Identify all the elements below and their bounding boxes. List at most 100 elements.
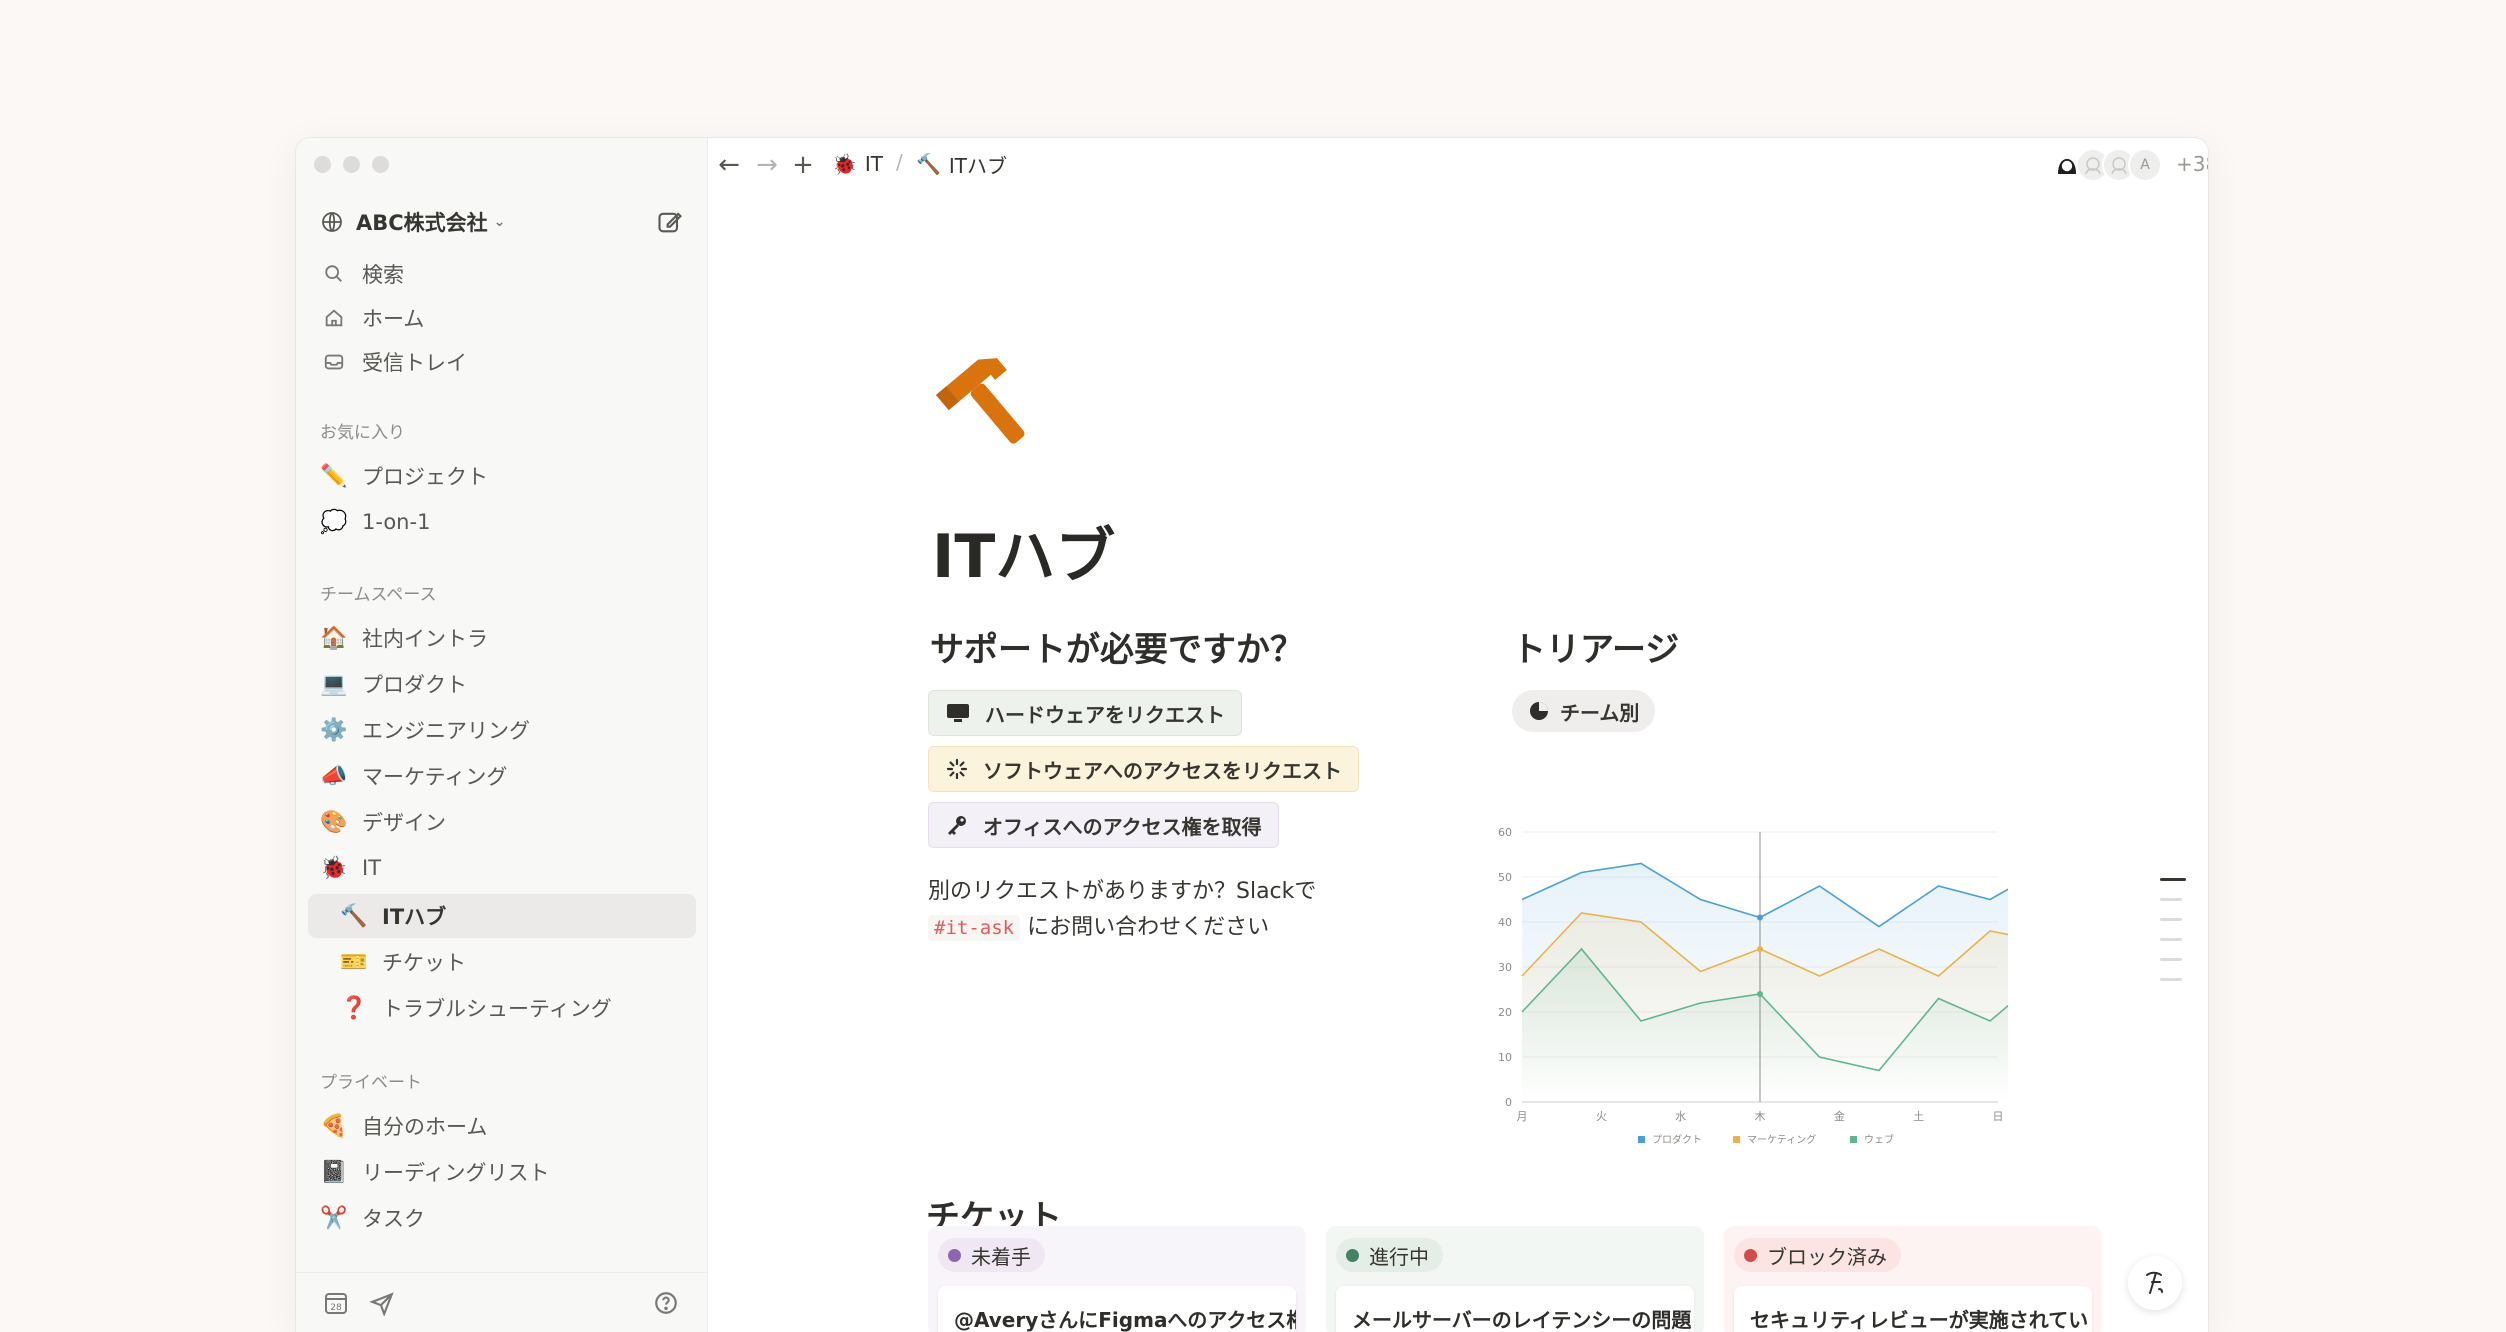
sidebar-item-my-home[interactable]: 🍕 自分のホーム — [308, 1104, 696, 1148]
status-dot — [948, 1248, 961, 1262]
x-tick-label: 火 — [1596, 1110, 1607, 1123]
bug-icon: 🐞 — [832, 152, 857, 176]
board-column-in-progress: 進行中 メールサーバーのレイテンシーの問題 — [1326, 1226, 1704, 1332]
scissors-icon: ✂️ — [320, 1205, 348, 1231]
send-button[interactable] — [366, 1287, 398, 1319]
triage-heading: トリアージ — [1512, 630, 1680, 670]
sidebar-item-tasks[interactable]: ✂️ タスク — [308, 1196, 696, 1240]
ticket-card[interactable]: @AveryさんにFigmaへのアクセス権 — [938, 1286, 1296, 1332]
inbox-icon — [320, 348, 348, 376]
ticket-card[interactable]: メールサーバーのレイテンシーの問題 — [1336, 1286, 1694, 1332]
office-access-button[interactable]: オフィスへのアクセス権を取得 — [928, 802, 1279, 848]
new-tab-button[interactable]: + — [788, 150, 818, 180]
sidebar-item-search[interactable]: 検索 — [308, 252, 696, 296]
request-hardware-button[interactable]: ハードウェアをリクエスト — [928, 690, 1242, 736]
pie-chart-icon — [1530, 702, 1548, 720]
minimize-window-button[interactable] — [343, 156, 360, 173]
chevron-down-icon: ⌄ — [493, 214, 506, 230]
workspace-switcher[interactable]: ABC株式会社 ⌄ — [320, 204, 684, 240]
y-tick-label: 30 — [1498, 961, 1512, 974]
ticket-icon: 🎫 — [340, 949, 368, 975]
status-badge[interactable]: ブロック済み — [1734, 1238, 1901, 1272]
x-tick-label: 木 — [1755, 1110, 1766, 1123]
monitor-icon — [947, 704, 969, 722]
arrow-left-icon: ← — [718, 150, 740, 180]
sidebar-item-intranet[interactable]: 🏠 社内イントラ — [308, 616, 696, 660]
sidebar-item-it-hub[interactable]: 🔨 ITハブ — [308, 894, 696, 938]
status-badge[interactable]: 進行中 — [1336, 1238, 1443, 1272]
send-icon — [369, 1292, 394, 1316]
hover-point — [1757, 946, 1763, 952]
x-tick-label: 日 — [1993, 1110, 2004, 1123]
slack-help-text: 別のリクエストがありますか？Slackで #it-ask にお問い合わせください — [928, 879, 1317, 941]
assistant-face-icon — [2146, 1271, 2163, 1294]
private-header: プライベート — [320, 1073, 422, 1093]
member-count[interactable]: +38 — [2176, 148, 2208, 180]
y-tick-label: 60 — [1498, 826, 1512, 839]
hover-point — [1757, 914, 1763, 921]
legend-label: ウェブ — [1864, 1133, 1894, 1146]
bug-icon: 🐞 — [320, 855, 348, 881]
sidebar-item-home[interactable]: ホーム — [308, 296, 696, 340]
sidebar-item-reading-list[interactable]: 📓 リーディングリスト — [308, 1150, 696, 1194]
house-icon: 🏠 — [320, 625, 348, 651]
y-tick-label: 40 — [1498, 916, 1512, 929]
forward-button[interactable]: → — [752, 150, 782, 180]
request-software-button[interactable]: ソフトウェアへのアクセスをリクエスト — [928, 746, 1359, 792]
maximize-window-button[interactable] — [372, 156, 389, 173]
pizza-icon: 🍕 — [320, 1113, 348, 1139]
new-page-icon[interactable] — [656, 208, 684, 236]
calendar-button[interactable]: 28 — [320, 1287, 352, 1319]
search-icon — [320, 260, 348, 288]
ticket-card[interactable]: セキュリティレビューが実施されてい — [1734, 1286, 2092, 1332]
y-tick-label: 50 — [1498, 871, 1512, 884]
sidebar-item-marketing[interactable]: 📣 マーケティング — [308, 754, 696, 798]
close-window-button[interactable] — [314, 156, 331, 173]
question-icon: ❓ — [340, 995, 368, 1021]
workspace-name: ABC株式会社 — [356, 211, 488, 235]
member-avatars[interactable]: A — [2050, 148, 2162, 182]
help-button[interactable] — [650, 1287, 682, 1319]
y-tick-label: 10 — [1498, 1051, 1512, 1064]
sidebar-item-tickets[interactable]: 🎫 チケット — [308, 940, 696, 984]
sidebar-item-inbox[interactable]: 受信トレイ — [308, 340, 696, 384]
x-tick-label: 月 — [1517, 1110, 1528, 1123]
legend-swatch — [1733, 1136, 1740, 1143]
plus-icon: + — [792, 150, 814, 180]
y-tick-label: 0 — [1505, 1096, 1512, 1109]
hammer-icon: 🔨 — [340, 903, 368, 929]
gear-icon: ⚙️ — [320, 717, 348, 743]
breadcrumb-it[interactable]: 🐞 IT — [832, 148, 883, 180]
triage-chart: 0 10 20 30 40 50 60 月 火 水 木 金 土 日プロダクト マーケティング ウェブ — [1498, 826, 2008, 1146]
status-badge[interactable]: 未着手 — [938, 1238, 1045, 1272]
sidebar-item-troubleshooting[interactable]: ❓ トラブルシューティング — [308, 986, 696, 1030]
legend-label: プロダクト — [1652, 1133, 1702, 1146]
page-content: ITハブ サポートが必要ですか？ ハードウェアをリクエスト ソフトウェアへのアク… — [708, 190, 2208, 1332]
board-column-blocked: ブロック済み セキュリティレビューが実施されてい — [1724, 1226, 2102, 1332]
x-tick-label: 土 — [1913, 1110, 1924, 1123]
svg-text:28: 28 — [330, 1303, 342, 1313]
key-icon — [948, 816, 966, 835]
laptop-icon: 💻 — [320, 671, 348, 697]
sidebar-item-1on1[interactable]: 💭 1-on-1 — [308, 500, 696, 544]
home-icon — [320, 304, 348, 332]
arrow-right-icon: → — [756, 150, 778, 180]
legend-swatch — [1638, 1136, 1645, 1143]
ai-assistant-button[interactable] — [2128, 1256, 2182, 1310]
x-tick-label: 金 — [1834, 1109, 1845, 1123]
sidebar-footer: 28 — [296, 1272, 707, 1332]
book-icon: 📓 — [320, 1159, 348, 1185]
globe-icon — [322, 212, 342, 232]
sidebar-item-projects[interactable]: ✏️ プロジェクト — [308, 454, 696, 498]
sidebar-item-product[interactable]: 💻 プロダクト — [308, 662, 696, 706]
window-controls — [314, 156, 389, 173]
app-window: ABC株式会社 ⌄ 検索 ホーム 受信トレイ お気に入り ✏️ プロジェクト 💭… — [296, 138, 2208, 1332]
loading-icon — [946, 758, 968, 780]
back-button[interactable]: ← — [714, 150, 744, 180]
breadcrumb-it-hub[interactable]: 🔨 ITハブ — [916, 148, 1007, 180]
favorites-header: お気に入り — [320, 423, 405, 443]
sidebar-item-it[interactable]: 🐞 IT — [308, 846, 696, 890]
sidebar-item-engineering[interactable]: ⚙️ エンジニアリング — [308, 708, 696, 752]
sidebar-item-design[interactable]: 🎨 デザイン — [308, 800, 696, 844]
group-by-team-button[interactable]: チーム別 — [1512, 690, 1656, 732]
